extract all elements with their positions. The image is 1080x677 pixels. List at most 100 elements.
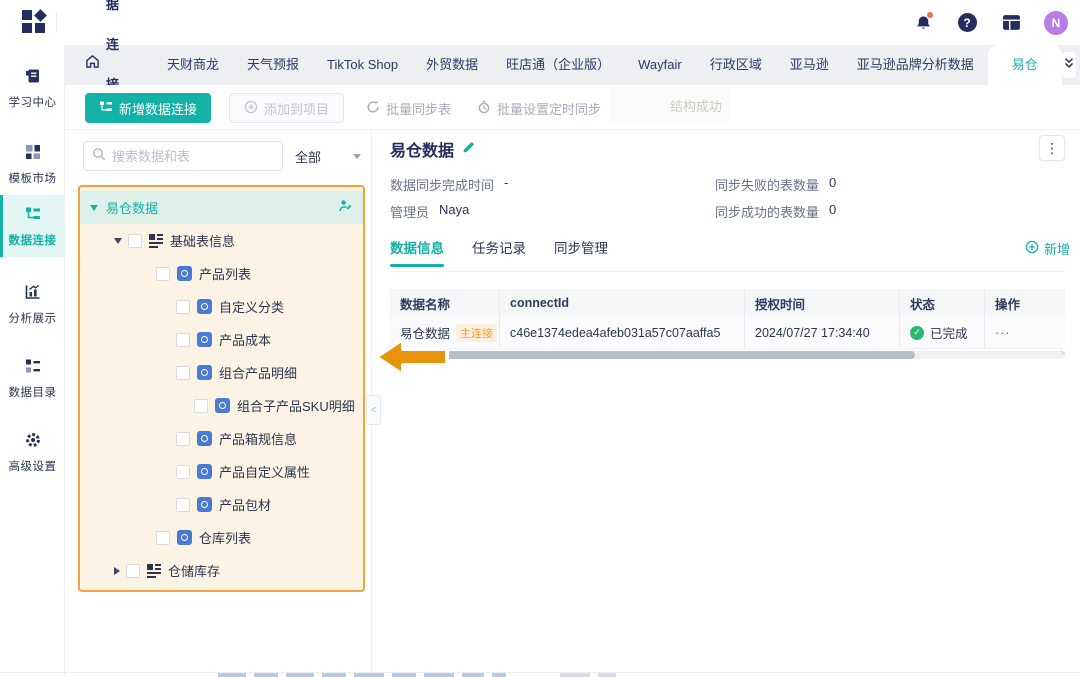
data-catalog-icon (24, 357, 42, 380)
checkbox[interactable] (126, 563, 140, 578)
checkbox[interactable] (156, 266, 170, 281)
checkbox[interactable] (176, 299, 190, 314)
add-to-project-button[interactable]: 添加到项目 (229, 93, 345, 123)
tree-item-table[interactable]: 产品包材 (80, 488, 363, 521)
row-more-actions-button[interactable]: ··· (995, 326, 1011, 340)
tab-item[interactable]: TikTok Shop (313, 45, 412, 85)
sidebar-item-template-market[interactable]: 模板市场 (0, 133, 65, 195)
data-connection-icon (24, 205, 42, 228)
add-new-button[interactable]: 新增 (1025, 239, 1070, 258)
batch-sync-tables-button[interactable]: 批量同步表 (362, 93, 455, 123)
data-table: 数据名称 connectId 授权时间 状态 操作 易仓数据 主连接 c46e1… (390, 289, 1065, 349)
tab-item[interactable]: 亚马逊 (776, 45, 843, 85)
filter-dropdown[interactable]: 全部 (289, 141, 367, 171)
detail-title: 易仓数据 (390, 143, 455, 160)
edit-pencil-icon[interactable] (462, 140, 476, 159)
tree-item-table[interactable]: 仓库列表 (80, 521, 363, 554)
caret-right-icon[interactable] (114, 566, 120, 575)
workspace-layout-icon[interactable] (1000, 12, 1022, 34)
analysis-icon (24, 283, 42, 306)
table-icon (197, 332, 212, 347)
checkbox[interactable] (176, 332, 190, 347)
tab-overflow-button[interactable] (1061, 52, 1076, 78)
checkbox[interactable] (176, 365, 190, 380)
caret-down-icon[interactable] (90, 204, 98, 211)
template-market-icon (24, 143, 42, 166)
tree-item-group-collapsed[interactable]: 仓储库存 (80, 554, 363, 587)
sidebar-item-data-catalog[interactable]: 数据目录 (0, 347, 65, 409)
checkbox[interactable] (156, 530, 170, 545)
checkbox[interactable] (176, 464, 190, 479)
batch-schedule-sync-button[interactable]: 批量设置定时同步 (473, 93, 605, 123)
checkbox[interactable] (176, 497, 190, 512)
tab-sync-management[interactable]: 同步管理 (554, 237, 608, 267)
table-icon (215, 398, 230, 413)
more-actions-button[interactable]: ⋮ (1039, 135, 1065, 161)
success-check-icon: ✓ (910, 325, 924, 340)
col-data-name: 数据名称 (390, 289, 500, 317)
tree-item-connection[interactable]: 易仓数据 (80, 191, 363, 224)
sidebar-item-advanced-settings[interactable]: 高级设置 (0, 421, 65, 483)
top-bar: ? N (0, 0, 1080, 45)
tab-item[interactable]: 天财商龙 (153, 45, 233, 85)
tab-item[interactable]: 亚马逊品牌分析数据 (843, 45, 988, 85)
tab-item[interactable]: 行政区域 (696, 45, 776, 85)
table-icon (177, 266, 192, 281)
app-root: ? N 学习中心 模板市场 数据连接 分析展示 数据目录 高级设置 据连 天财商… (0, 0, 1080, 677)
tab-item[interactable]: 天气预报 (233, 45, 313, 85)
tab-item[interactable]: 外贸数据 (412, 45, 492, 85)
connection-icon (99, 100, 113, 117)
plus-circle-icon (244, 100, 258, 117)
tab-task-records[interactable]: 任务记录 (472, 237, 526, 267)
tree-item-table[interactable]: 产品自定义属性 (80, 455, 363, 488)
search-input[interactable] (112, 148, 288, 164)
tree-item-group[interactable]: 基础表信息 (80, 224, 363, 257)
tab-item[interactable]: 旺店通（企业版） (492, 45, 624, 85)
new-data-connection-button[interactable]: 新增数据连接 (85, 93, 212, 123)
table-group-icon (149, 233, 163, 248)
cell-auth-time: 2024/07/27 17:34:40 (745, 317, 900, 348)
notification-dot (927, 11, 933, 18)
col-auth-time: 授权时间 (745, 289, 900, 317)
cell-action: ··· (985, 317, 1065, 348)
tree-item-table[interactable]: 产品成本 (80, 323, 363, 356)
chevron-double-down-icon (1062, 56, 1076, 75)
table-icon (197, 299, 212, 314)
tab-data-info[interactable]: 数据信息 (390, 237, 444, 267)
horizontal-scrollbar[interactable] (390, 351, 1065, 359)
tree-item-table[interactable]: 产品列表 (80, 257, 363, 290)
scroll-right-hint-icon: > (1060, 348, 1066, 358)
tree-item-table[interactable]: 自定义分类 (80, 290, 363, 323)
checkbox[interactable] (128, 233, 142, 248)
notification-bell-icon[interactable] (912, 11, 934, 34)
col-connect-id: connectId (500, 289, 745, 317)
toolbar: 新增数据连接 添加到项目 批量同步表 批量设置定时同步 (85, 93, 605, 123)
user-avatar[interactable]: N (1044, 10, 1068, 35)
panel-collapse-button[interactable]: < (366, 395, 381, 425)
learning-icon (24, 67, 42, 90)
caret-down-icon[interactable] (114, 237, 122, 244)
help-icon[interactable]: ? (956, 12, 978, 34)
tab-item-active[interactable]: 易仓 (987, 45, 1062, 85)
settings-gear-icon (24, 431, 42, 454)
table-icon (197, 365, 212, 380)
tree-item-table[interactable]: 组合产品明细 (80, 356, 363, 389)
sidebar-item-learning-center[interactable]: 学习中心 (0, 57, 65, 119)
checkbox[interactable] (176, 431, 190, 446)
admin-user-edit-icon[interactable] (339, 199, 353, 216)
col-status: 状态 (900, 289, 985, 317)
tab-item[interactable]: Wayfair (624, 45, 696, 85)
toast-fading: 结构成功 (610, 89, 730, 122)
checkbox[interactable] (194, 398, 208, 413)
scrollbar-thumb[interactable] (390, 351, 915, 359)
sidebar-item-analysis[interactable]: 分析展示 (0, 273, 65, 335)
cell-status: ✓ 已完成 (900, 317, 985, 348)
tree-item-table[interactable]: 组合子产品SKU明细 (80, 389, 363, 422)
app-logo-icon[interactable] (22, 9, 48, 36)
table-group-icon (147, 563, 161, 578)
table-row[interactable]: 易仓数据 主连接 c46e1374edea4afeb031a57c07aaffa… (390, 317, 1065, 349)
sidebar-item-data-connection[interactable]: 数据连接 (0, 195, 65, 257)
table-header: 数据名称 connectId 授权时间 状态 操作 (390, 289, 1065, 317)
tree-item-table[interactable]: 产品箱规信息 (80, 422, 363, 455)
tab-home-marketplace[interactable]: 数据连接市场 (65, 0, 135, 172)
